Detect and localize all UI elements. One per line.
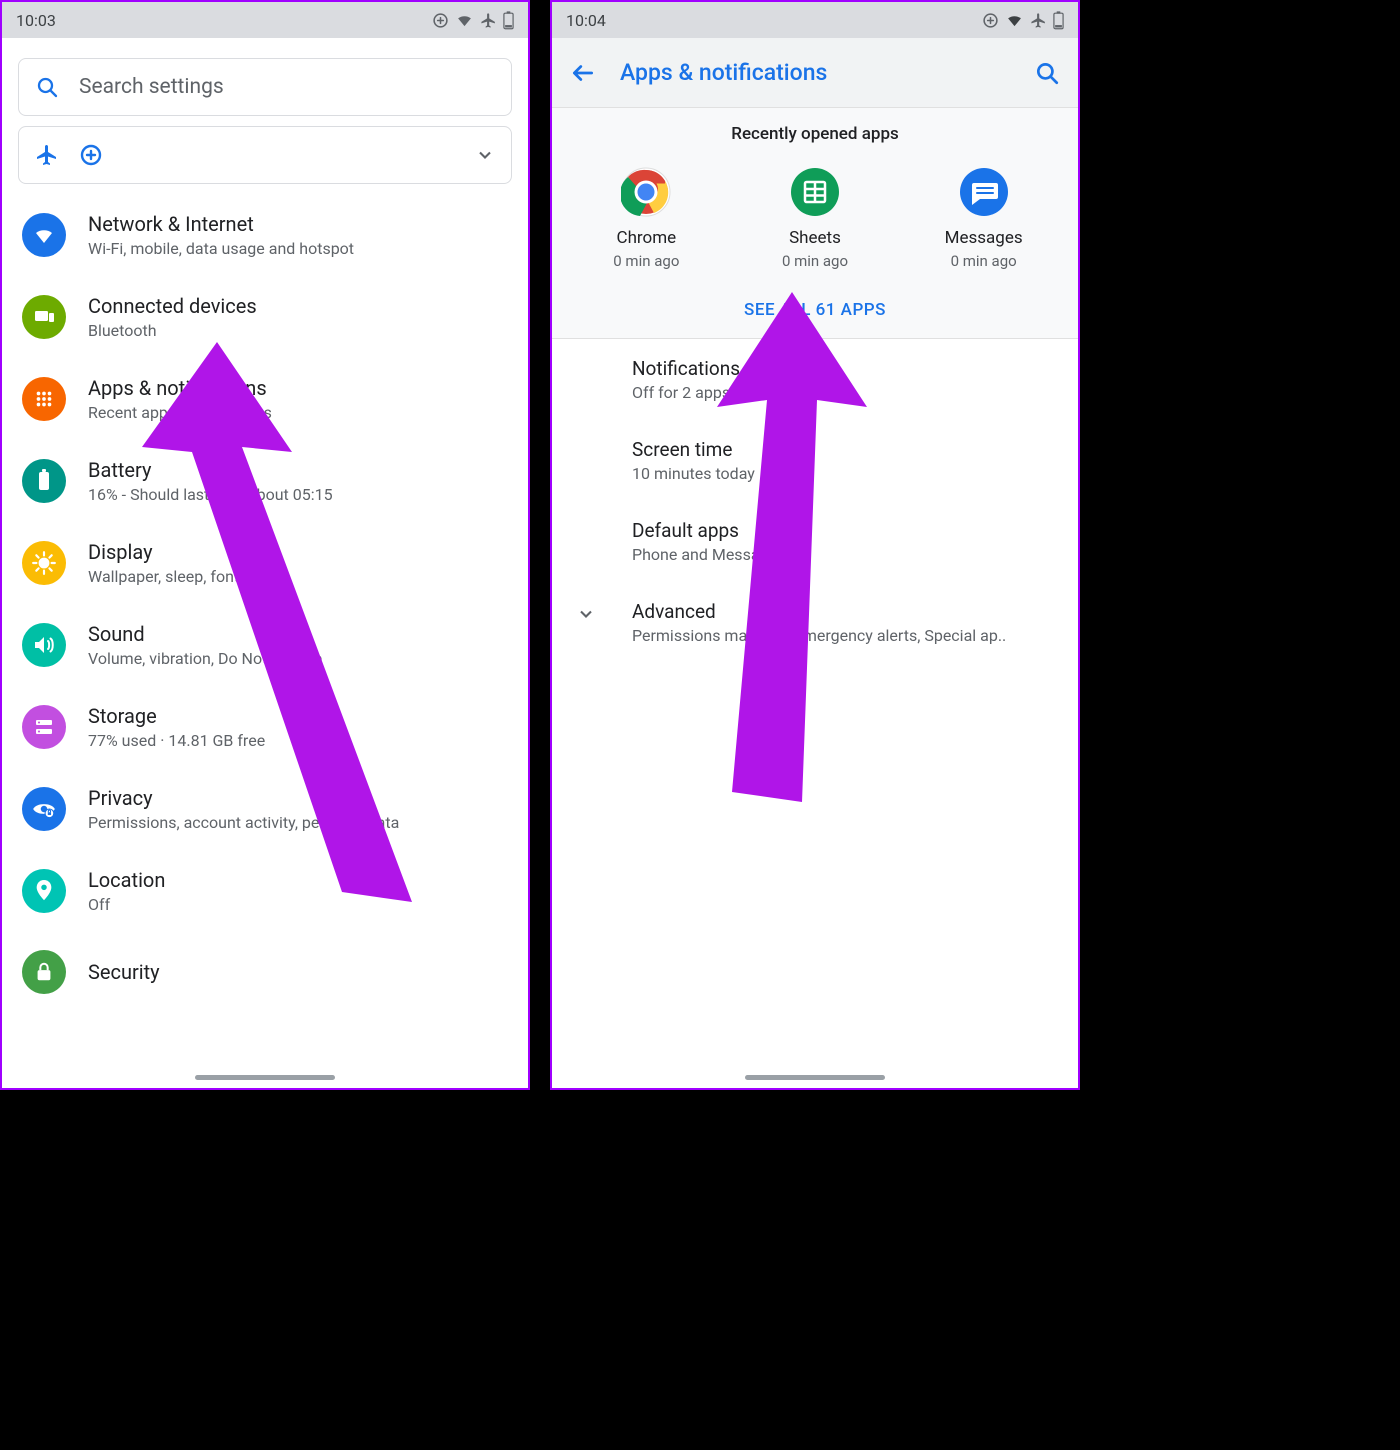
chrome-icon — [620, 166, 672, 218]
row-sub: 16% - Should last until about 05:15 — [88, 485, 333, 504]
row-title: Privacy — [88, 786, 399, 810]
row-screen-time[interactable]: Screen time 10 minutes today — [552, 420, 1078, 501]
row-sub: Off — [88, 895, 165, 914]
status-bar: 10:04 — [552, 2, 1078, 38]
app-name: Chrome — [571, 228, 721, 248]
wifi-icon — [1005, 12, 1024, 29]
sound-icon — [22, 623, 66, 667]
settings-content[interactable]: Search settings Network & Internet Wi-Fi… — [2, 58, 528, 1000]
location-icon — [22, 869, 66, 913]
row-title: Connected devices — [88, 294, 257, 318]
battery-icon — [503, 11, 514, 30]
status-time: 10:04 — [566, 11, 606, 30]
messages-icon — [958, 166, 1010, 218]
app-name: Messages — [909, 228, 1059, 248]
recent-app-chrome[interactable]: Chrome 0 min ago — [571, 166, 721, 270]
row-sub: Wallpaper, sleep, font size — [88, 567, 272, 586]
row-title: Sound — [88, 622, 322, 646]
data-saver-quick-icon — [79, 143, 103, 167]
search-icon[interactable] — [1034, 60, 1060, 86]
nav-handle[interactable] — [195, 1075, 335, 1080]
battery-icon — [1053, 11, 1064, 30]
quick-settings-card[interactable] — [18, 126, 512, 184]
row-title: Network & Internet — [88, 212, 354, 236]
row-sub: Volume, vibration, Do Not Disturb — [88, 649, 322, 668]
row-sub: 10 minutes today — [632, 464, 1056, 483]
status-bar: 10:03 — [2, 2, 528, 38]
row-title: Notifications — [632, 357, 1056, 380]
row-title: Screen time — [632, 438, 1056, 461]
app-bar: Apps & notifications — [552, 38, 1078, 108]
row-title: Battery — [88, 458, 333, 482]
row-sub: Permissions, account activity, personal … — [88, 813, 399, 832]
row-sub: Off for 2 apps — [632, 383, 1056, 402]
battery-circle-icon — [22, 459, 66, 503]
chevron-down-icon — [576, 604, 596, 624]
back-icon[interactable] — [570, 60, 596, 86]
search-settings[interactable]: Search settings — [18, 58, 512, 116]
display-icon — [22, 541, 66, 585]
row-battery[interactable]: Battery 16% - Should last until about 05… — [2, 440, 528, 522]
data-saver-icon — [982, 12, 999, 29]
airplane-icon — [480, 12, 497, 29]
row-title: Storage — [88, 704, 265, 728]
row-network-internet[interactable]: Network & Internet Wi-Fi, mobile, data u… — [2, 194, 528, 276]
row-sub: Permissions manager, Emergency alerts, S… — [632, 626, 1056, 645]
app-time: 0 min ago — [909, 252, 1059, 270]
row-title: Display — [88, 540, 272, 564]
row-sound[interactable]: Sound Volume, vibration, Do Not Disturb — [2, 604, 528, 686]
row-notifications[interactable]: Notifications Off for 2 apps — [552, 339, 1078, 420]
row-title: Location — [88, 868, 165, 892]
row-advanced[interactable]: Advanced Permissions manager, Emergency … — [552, 582, 1078, 663]
app-time: 0 min ago — [571, 252, 721, 270]
row-sub: Phone and Messages — [632, 545, 1056, 564]
status-icons — [432, 11, 514, 30]
row-title: Apps & notifications — [88, 376, 272, 400]
airplane-icon — [1030, 12, 1047, 29]
wifi-circle-icon — [22, 213, 66, 257]
row-privacy[interactable]: Privacy Permissions, account activity, p… — [2, 768, 528, 850]
privacy-icon — [22, 787, 66, 831]
status-time: 10:03 — [16, 11, 56, 30]
see-all-apps-button[interactable]: SEE ALL 61 APPS — [552, 300, 1078, 320]
data-saver-icon — [432, 12, 449, 29]
row-title: Default apps — [632, 519, 1056, 542]
recent-apps-section: Recently opened apps Chrome 0 min ago Sh… — [552, 108, 1078, 339]
status-icons — [982, 11, 1064, 30]
storage-icon — [22, 705, 66, 749]
row-display[interactable]: Display Wallpaper, sleep, font size — [2, 522, 528, 604]
row-sub: Bluetooth — [88, 321, 257, 340]
search-placeholder: Search settings — [79, 75, 224, 99]
row-storage[interactable]: Storage 77% used · 14.81 GB free — [2, 686, 528, 768]
row-sub: 77% used · 14.81 GB free — [88, 731, 265, 750]
chevron-down-icon[interactable] — [475, 145, 495, 165]
row-sub: Recent apps, default apps — [88, 403, 272, 422]
recent-apps-title: Recently opened apps — [552, 124, 1078, 144]
settings-screen: 10:03 Search settings Network & Internet… — [0, 0, 530, 1090]
nav-handle[interactable] — [745, 1075, 885, 1080]
devices-icon — [22, 295, 66, 339]
row-connected-devices[interactable]: Connected devices Bluetooth — [2, 276, 528, 358]
row-title: Advanced — [632, 600, 1056, 623]
apps-icon — [22, 377, 66, 421]
app-name: Sheets — [740, 228, 890, 248]
airplane-mode-icon — [35, 143, 59, 167]
sheets-icon — [789, 166, 841, 218]
page-title: Apps & notifications — [620, 59, 827, 86]
row-location[interactable]: Location Off — [2, 850, 528, 932]
row-security[interactable]: Security — [2, 932, 528, 1000]
row-default-apps[interactable]: Default apps Phone and Messages — [552, 501, 1078, 582]
apps-notifications-screen: 10:04 Apps & notifications Recently open… — [550, 0, 1080, 1090]
search-icon — [35, 75, 59, 99]
wifi-icon — [455, 12, 474, 29]
recent-app-sheets[interactable]: Sheets 0 min ago — [740, 166, 890, 270]
row-apps-notifications[interactable]: Apps & notifications Recent apps, defaul… — [2, 358, 528, 440]
app-time: 0 min ago — [740, 252, 890, 270]
recent-app-messages[interactable]: Messages 0 min ago — [909, 166, 1059, 270]
row-sub: Wi-Fi, mobile, data usage and hotspot — [88, 239, 354, 258]
security-icon — [22, 950, 66, 994]
row-title: Security — [88, 960, 160, 984]
